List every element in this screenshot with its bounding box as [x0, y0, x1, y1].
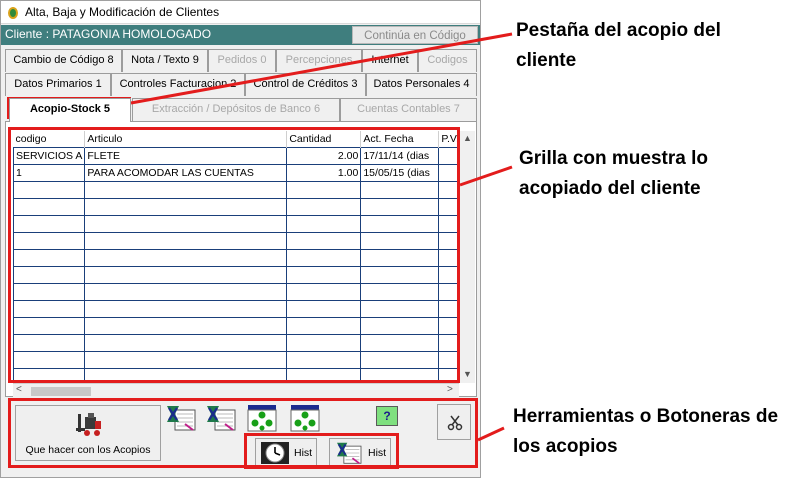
- tab-cambio-codigo[interactable]: Cambio de Código 8: [5, 49, 122, 72]
- scroll-up-icon[interactable]: ▲: [463, 133, 472, 143]
- vertical-scrollbar[interactable]: ▲ ▼: [459, 131, 475, 383]
- tab-codigos[interactable]: Codigos: [418, 49, 477, 72]
- scroll-right-icon[interactable]: >: [447, 384, 453, 395]
- tab-nota-texto[interactable]: Nota / Texto 9: [122, 49, 208, 72]
- tab-extraccion-depositos[interactable]: Extracción / Depósitos de Banco 6: [132, 98, 340, 121]
- tab-pedidos[interactable]: Pedidos 0: [208, 49, 276, 72]
- tab-datos-primarios[interactable]: Datos Primarios 1: [5, 73, 111, 96]
- tab-controles-facturacion[interactable]: Controles Facturacion 2: [111, 73, 245, 96]
- app-icon: [8, 7, 18, 19]
- tab-control-creditos[interactable]: Control de Créditos 3: [245, 73, 366, 96]
- horizontal-scrollbar[interactable]: < >: [13, 383, 459, 398]
- scroll-down-icon[interactable]: ▼: [463, 369, 472, 379]
- toolbar-highlight-box: [8, 398, 478, 468]
- tab-percepciones[interactable]: Percepciones: [276, 49, 362, 72]
- tab-internet[interactable]: Internet: [362, 49, 418, 72]
- client-name: Cliente : PATAGONIA HOMOLOGADO: [5, 27, 212, 41]
- tab-acopio-stock[interactable]: Acopio-Stock 5: [9, 98, 131, 122]
- scroll-left-icon[interactable]: <: [16, 384, 22, 395]
- callout-grid: Grilla con muestra lo acopiado del clien…: [519, 148, 708, 199]
- continue-button[interactable]: Continúa en Código: [352, 26, 478, 44]
- scroll-thumb[interactable]: [31, 387, 91, 396]
- hist-buttons-highlight-box: [244, 433, 399, 469]
- callout-tab: Pestaña del acopio del cliente: [516, 20, 721, 71]
- callout-tools: Herramientas o Botoneras de los acopios: [513, 406, 779, 457]
- tab-cuentas-contables[interactable]: Cuentas Contables 7: [340, 98, 477, 121]
- window-title: Alta, Baja y Modificación de Clientes: [25, 5, 220, 19]
- client-bar: Cliente : PATAGONIA HOMOLOGADO Continúa …: [1, 25, 480, 45]
- grid-highlight-box: [8, 127, 460, 383]
- title-bar: Alta, Baja y Modificación de Clientes: [1, 1, 480, 24]
- tab-datos-personales[interactable]: Datos Personales 4: [366, 73, 477, 96]
